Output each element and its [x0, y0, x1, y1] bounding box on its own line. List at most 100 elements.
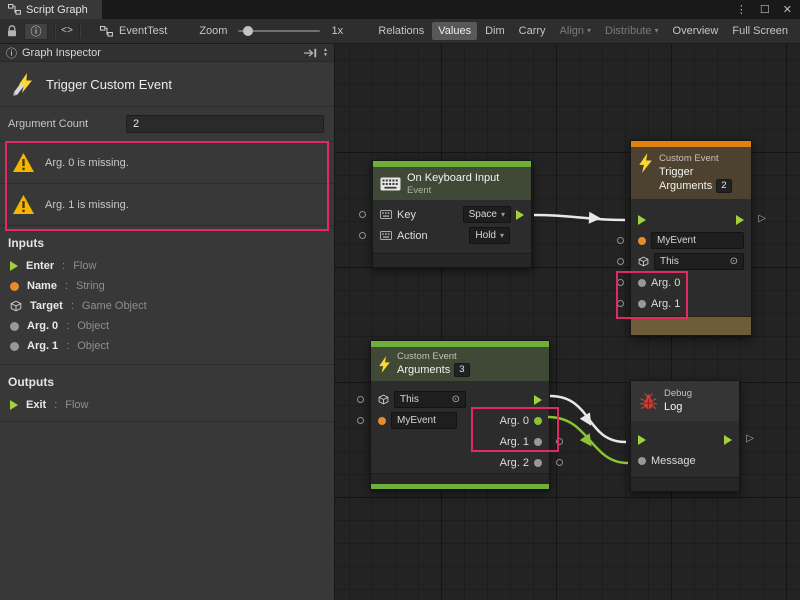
- action-input-port[interactable]: [359, 232, 366, 239]
- message-input-port[interactable]: [638, 457, 646, 465]
- lock-icon[interactable]: [6, 25, 18, 38]
- arg1-input-port[interactable]: [617, 300, 624, 307]
- input-row-arg1: Arg. 1 : Object: [0, 336, 334, 356]
- key-input-port[interactable]: [359, 211, 366, 218]
- flow-input-port[interactable]: [638, 215, 646, 225]
- node-custom-event-arguments[interactable]: Custom Event Arguments3 This⊙ MyEvent Ar…: [370, 340, 550, 490]
- flow-output-port[interactable]: [736, 215, 744, 225]
- separator: :: [65, 280, 68, 292]
- arg1-outer-port[interactable]: [556, 438, 563, 445]
- graph-canvas[interactable]: On Keyboard Input Event Key Space▾ Actio…: [335, 44, 800, 600]
- event-name-input[interactable]: MyEvent: [651, 232, 744, 249]
- arg0-label: Arg. 0: [651, 277, 680, 289]
- zoom-knob[interactable]: [243, 26, 253, 36]
- outputs-heading: Outputs: [0, 365, 334, 395]
- node-title: Log: [664, 400, 692, 414]
- node-footer: [373, 253, 531, 267]
- arg2-output-port[interactable]: [534, 459, 542, 467]
- flow-input-port[interactable]: [638, 435, 646, 445]
- dock-icon[interactable]: [303, 48, 318, 58]
- close-icon[interactable]: ✕: [783, 3, 792, 16]
- keycode-icon: [380, 210, 392, 219]
- port-row-message: Message: [631, 450, 739, 471]
- gameobject-cube-icon: [378, 394, 389, 405]
- toolbar-button-fullscreen[interactable]: Full Screen: [726, 22, 794, 40]
- action-dropdown[interactable]: Hold▾: [469, 227, 510, 244]
- toolbar-button-values[interactable]: Values: [432, 22, 477, 40]
- arg2-outer-port[interactable]: [556, 459, 563, 466]
- target-object-field[interactable]: This⊙: [394, 391, 466, 408]
- flow-output-port[interactable]: [516, 210, 524, 220]
- toolbar-button-distribute[interactable]: Distribute▾: [599, 22, 664, 40]
- custom-event-unit-icon: [10, 71, 36, 97]
- toolbar-button-align[interactable]: Align▾: [554, 22, 597, 40]
- port-row-arg2: Arg. 2: [371, 452, 549, 473]
- event-name[interactable]: EventTest: [119, 25, 167, 37]
- arg0-input-port[interactable]: [617, 279, 624, 286]
- separator: :: [66, 320, 69, 332]
- separator: :: [62, 260, 65, 272]
- port-name: Target: [30, 300, 63, 312]
- target-input-port[interactable]: [617, 258, 624, 265]
- scroll-spinner[interactable]: ▲▼: [323, 48, 328, 58]
- key-dropdown[interactable]: Space▾: [463, 206, 511, 223]
- node-on-keyboard-input[interactable]: On Keyboard Input Event Key Space▾ Actio…: [372, 160, 532, 268]
- action-label: Action: [397, 230, 428, 242]
- arg2-label: Arg. 2: [500, 457, 529, 469]
- port-type: Object: [77, 340, 109, 352]
- arg1-label: Arg. 1: [500, 436, 529, 448]
- arg0-label: Arg. 0: [500, 415, 529, 427]
- zoom-slider[interactable]: [238, 30, 320, 32]
- spinner-down-icon[interactable]: ▼: [323, 53, 328, 58]
- action-icon: [380, 231, 392, 240]
- object-port-icon: [10, 342, 19, 351]
- toolbar-button-relations[interactable]: Relations: [372, 22, 430, 40]
- separator: :: [66, 340, 69, 352]
- arg1-output-port[interactable]: [534, 438, 542, 446]
- port-row-key: Key Space▾: [373, 204, 531, 225]
- argument-count-row: Argument Count 2: [0, 107, 334, 141]
- flow-output-port[interactable]: [534, 395, 542, 405]
- bolt-icon: [638, 153, 653, 173]
- port-name: Arg. 1: [27, 340, 58, 352]
- info-button[interactable]: ⓘ: [24, 23, 48, 40]
- key-label: Key: [397, 209, 416, 221]
- name-input-port[interactable]: [617, 237, 624, 244]
- flow-output-port[interactable]: [724, 435, 732, 445]
- object-picker-icon[interactable]: ⊙: [730, 255, 738, 268]
- selected-unit-header: Trigger Custom Event: [0, 62, 334, 107]
- toolbar-button-dim[interactable]: Dim: [479, 22, 511, 40]
- toolbar-button-carry[interactable]: Carry: [513, 22, 552, 40]
- arg0-output-port[interactable]: [534, 417, 542, 425]
- menu-kebab-icon[interactable]: ⋮: [736, 3, 747, 16]
- argument-count-input[interactable]: 2: [126, 115, 324, 133]
- selected-unit-title: Trigger Custom Event: [46, 77, 172, 92]
- align-label: Align: [560, 25, 584, 37]
- arg1-label: Arg. 1: [651, 298, 680, 310]
- node-title: Trigger: [659, 165, 732, 179]
- edit-code-icon[interactable]: <‌>: [61, 26, 73, 37]
- port-row-arg1: Arg. 1: [371, 431, 549, 452]
- flow-row: ▷: [631, 209, 751, 230]
- node-trigger-custom-event[interactable]: Custom Event Trigger Arguments2 ▷ MyEven…: [630, 140, 752, 336]
- maximize-icon[interactable]: ☐: [760, 3, 770, 16]
- toolbar-button-overview[interactable]: Overview: [667, 22, 725, 40]
- input-row-name: Name : String: [0, 276, 334, 296]
- flow-port-icon: [10, 400, 18, 410]
- object-picker-icon[interactable]: ⊙: [452, 393, 460, 406]
- tab-script-graph[interactable]: Script Graph: [0, 0, 102, 19]
- warnings-list: Arg. 0 is missing. Arg. 1 is missing.: [0, 141, 334, 226]
- event-name-input[interactable]: MyEvent: [391, 412, 457, 429]
- warning-text: Arg. 0 is missing.: [45, 157, 129, 169]
- port-name: Exit: [26, 399, 46, 411]
- target-input-port[interactable]: [357, 396, 364, 403]
- target-object-field[interactable]: This⊙: [654, 253, 744, 270]
- port-row-arg1: Arg. 1: [631, 293, 751, 314]
- message-label: Message: [651, 455, 696, 467]
- inputs-heading: Inputs: [0, 226, 334, 256]
- node-debug-log[interactable]: Debug Log ▷ Message: [630, 380, 740, 492]
- name-input-port[interactable]: [357, 417, 364, 424]
- port-type: Flow: [65, 399, 88, 411]
- string-port-icon: [10, 282, 19, 291]
- info-icon: ⓘ: [31, 23, 42, 39]
